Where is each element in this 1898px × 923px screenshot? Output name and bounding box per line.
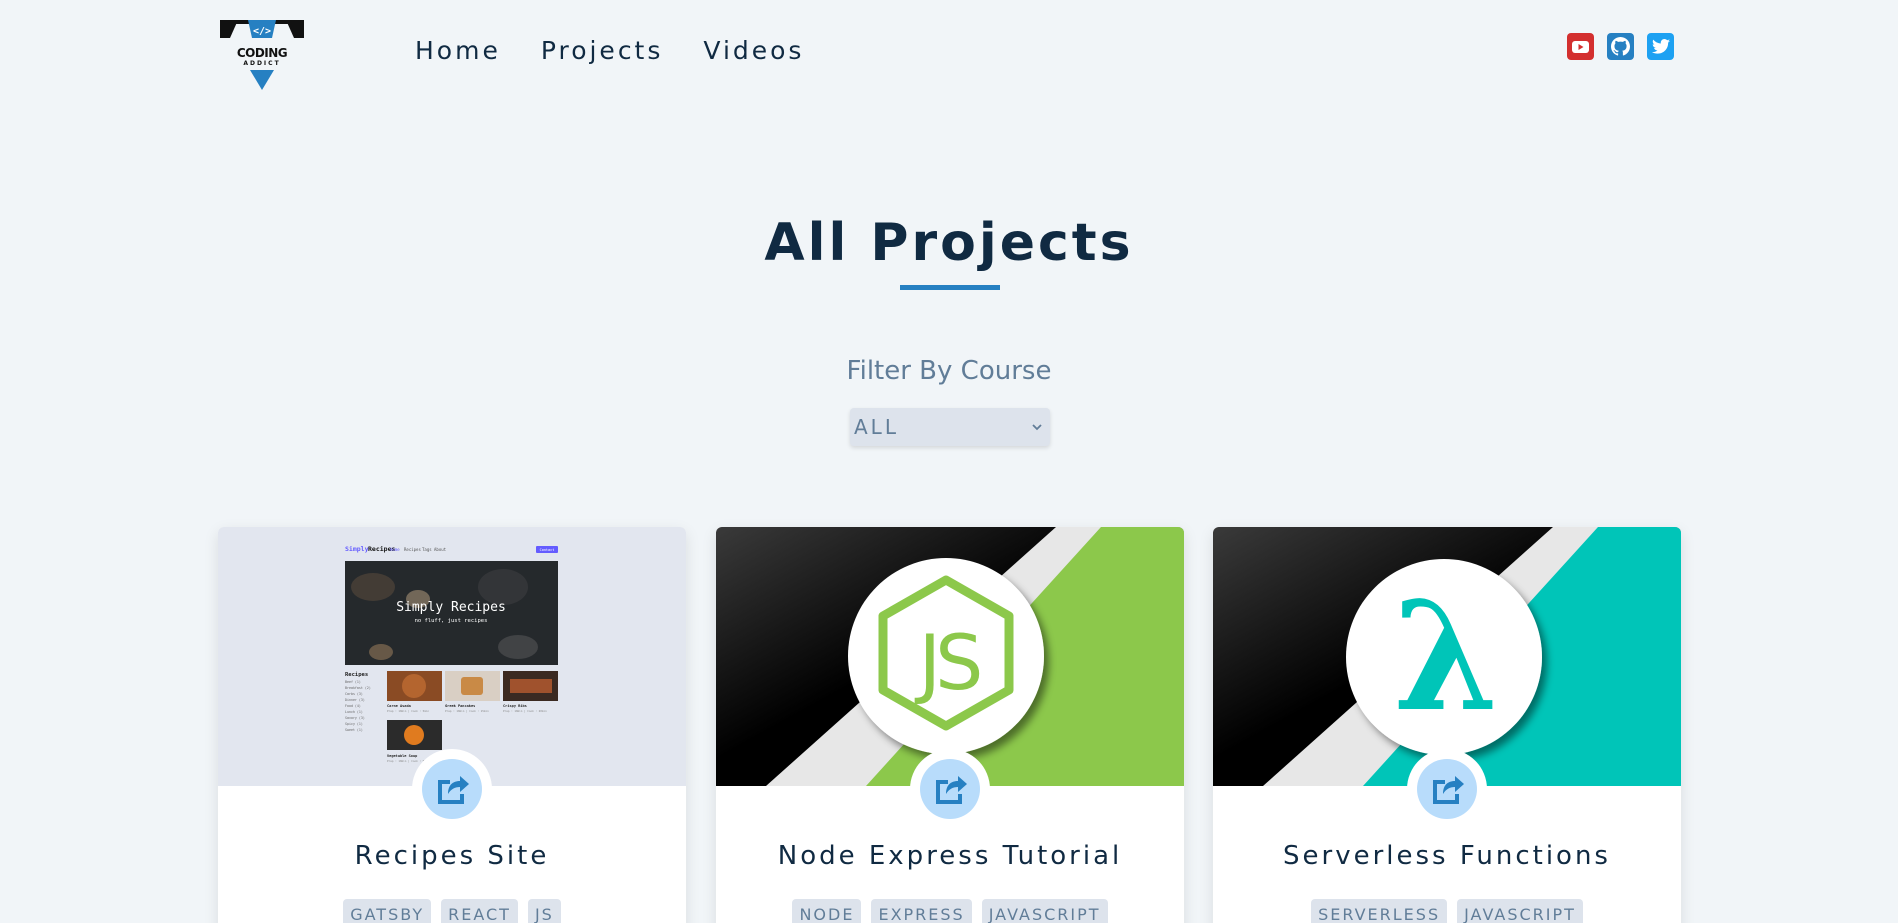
thumb-sidebar-item: Savory (3) bbox=[345, 716, 365, 720]
thumb-brand: Simply bbox=[345, 545, 369, 553]
project-image: λ bbox=[1213, 527, 1681, 786]
title-underline bbox=[900, 285, 1000, 290]
thumb-nav: Tags bbox=[422, 547, 432, 552]
project-link-inner bbox=[920, 759, 980, 819]
thumb-recipe-name: Vegetable Soup bbox=[387, 754, 417, 758]
share-icon bbox=[1433, 776, 1464, 804]
thumb-hero-sub: no fluff, just recipes bbox=[415, 618, 488, 624]
navbar: </> CODING ADDICT Home Projects Videos bbox=[0, 0, 1898, 100]
course-filter-value: ALL bbox=[854, 415, 899, 439]
thumb-sidebar-item: Sweet (1) bbox=[345, 728, 363, 732]
project-link-button[interactable] bbox=[1407, 749, 1487, 829]
recipes-site-screenshot: Simply Recipes Home Recipes Tags About C… bbox=[345, 545, 558, 763]
project-tags: SERVERLESS JAVASCRIPT bbox=[1213, 899, 1681, 923]
thumb-sidebar-item: Food (4) bbox=[345, 704, 361, 708]
thumb-cta: Contact bbox=[540, 548, 555, 552]
serverless-thumbnail: λ bbox=[1213, 527, 1681, 786]
thumb-sidebar-title: Recipes bbox=[345, 672, 368, 678]
social-links bbox=[1567, 33, 1674, 60]
project-link-inner bbox=[422, 759, 482, 819]
thumb-sidebar-item: Spicy (1) bbox=[345, 722, 363, 726]
thumb-sidebar-item: Lunch (1) bbox=[345, 710, 363, 714]
svg-text:ADDICT: ADDICT bbox=[243, 60, 280, 67]
thumb-recipe-name: Carne Asada bbox=[387, 704, 411, 708]
thumb-sidebar-item: Carbs (3) bbox=[345, 692, 363, 696]
nav-link-videos[interactable]: Videos bbox=[703, 34, 804, 68]
share-icon bbox=[438, 776, 469, 804]
thumb-nav: About bbox=[434, 547, 447, 552]
project-card-node-express: JS Node Express Tutorial NODE EXPRESS JA… bbox=[716, 527, 1184, 923]
nav-link-projects[interactable]: Projects bbox=[541, 34, 664, 68]
thumb-recipe-meta: Prep : 10min | Cook : 5min bbox=[387, 709, 429, 713]
project-link-button[interactable] bbox=[910, 749, 990, 829]
thumb-recipe-meta: Prep : 10min | Cook : 20min bbox=[503, 709, 547, 713]
project-tag[interactable]: SERVERLESS bbox=[1311, 899, 1448, 923]
svg-text:</>: </> bbox=[253, 26, 271, 37]
project-title: Serverless Functions bbox=[1283, 841, 1611, 871]
filter-label: Filter By Course bbox=[846, 356, 1052, 386]
project-tag[interactable]: JAVASCRIPT bbox=[981, 899, 1108, 923]
project-image: Simply Recipes Home Recipes Tags About C… bbox=[218, 527, 686, 786]
project-tag[interactable]: JS bbox=[527, 899, 561, 923]
node-express-thumbnail: JS bbox=[716, 527, 1184, 786]
coding-addict-logo[interactable]: </> CODING ADDICT bbox=[220, 20, 304, 92]
thumb-sidebar-item: Dinner (3) bbox=[345, 698, 365, 702]
project-tag[interactable]: EXPRESS bbox=[871, 899, 972, 923]
svg-text:CODING: CODING bbox=[237, 46, 287, 60]
youtube-icon[interactable] bbox=[1567, 33, 1594, 60]
project-title: Node Express Tutorial bbox=[777, 841, 1123, 871]
chevron-down-icon bbox=[1032, 424, 1042, 431]
page-title: All Projects bbox=[764, 213, 1134, 273]
js-logo-text: JS bbox=[915, 618, 980, 707]
project-tags: NODE EXPRESS JAVASCRIPT bbox=[716, 899, 1184, 923]
nav-links: Home Projects Videos bbox=[415, 34, 844, 68]
project-tag[interactable]: GATSBY bbox=[343, 899, 432, 923]
share-icon bbox=[936, 776, 967, 804]
thumb-recipe-name: Greek Pancakes bbox=[445, 704, 475, 708]
thumb-hero-title: Simply Recipes bbox=[396, 600, 506, 615]
project-tag[interactable]: NODE bbox=[792, 899, 862, 923]
lambda-logo-text: λ bbox=[1393, 569, 1498, 745]
github-icon[interactable] bbox=[1607, 33, 1634, 60]
project-card-recipes: Simply Recipes Home Recipes Tags About C… bbox=[218, 527, 686, 923]
project-link-inner bbox=[1417, 759, 1477, 819]
project-title: Recipes Site bbox=[354, 841, 550, 871]
course-filter-select[interactable]: ALL bbox=[850, 408, 1050, 446]
thumb-sidebar-item: Beef (1) bbox=[345, 680, 361, 684]
thumb-recipe-name: Crispy Ribs bbox=[503, 704, 527, 708]
project-tags: GATSBY REACT JS bbox=[218, 899, 686, 923]
thumb-nav: Home bbox=[390, 547, 400, 552]
project-tag[interactable]: JAVASCRIPT bbox=[1457, 899, 1583, 923]
thumb-recipe-meta: Prep : 10min | Cook : 15min bbox=[445, 709, 489, 713]
thumb-sidebar-item: Breakfast (2) bbox=[345, 686, 371, 690]
twitter-icon[interactable] bbox=[1647, 33, 1674, 60]
project-link-button[interactable] bbox=[412, 749, 492, 829]
project-card-serverless: λ Serverless Functions SERVERLESS JAVASC… bbox=[1213, 527, 1681, 923]
project-tag[interactable]: REACT bbox=[441, 899, 518, 923]
project-image: JS bbox=[716, 527, 1184, 786]
nav-link-home[interactable]: Home bbox=[415, 34, 501, 68]
thumb-nav: Recipes bbox=[404, 547, 421, 552]
